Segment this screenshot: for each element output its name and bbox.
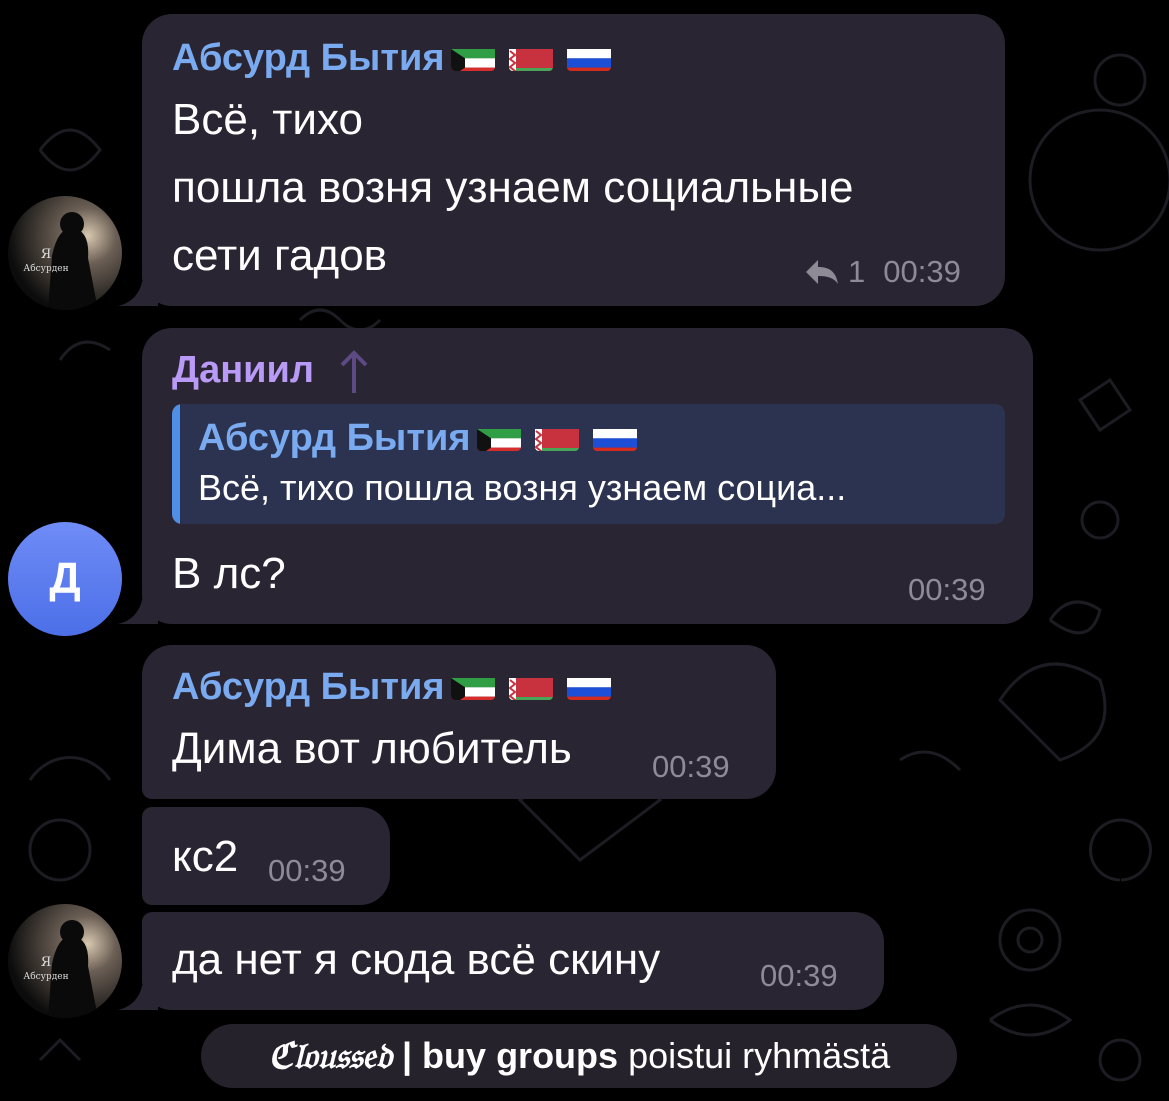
message-time: 00:39 bbox=[883, 254, 961, 289]
bubble-tail bbox=[118, 266, 158, 306]
message-time: 00:39 bbox=[908, 572, 986, 607]
avatar-caption: Я bbox=[40, 955, 52, 970]
sender-name[interactable]: Абсурд Бытия bbox=[172, 665, 611, 709]
sender-name[interactable]: Абсурд Бытия bbox=[172, 36, 611, 80]
russia-flag-icon bbox=[566, 43, 611, 71]
sender-flags bbox=[450, 43, 611, 71]
message-time: 00:39 bbox=[268, 853, 346, 888]
sender-flags bbox=[476, 423, 637, 451]
quote-bar bbox=[172, 404, 180, 524]
sender-flags bbox=[450, 672, 611, 700]
sender-name[interactable]: Даниил bbox=[172, 348, 369, 395]
sender-name-text: Абсурд Бытия bbox=[172, 666, 445, 708]
message-time: 00:39 bbox=[652, 749, 730, 784]
avatar-caption: Я bbox=[40, 247, 52, 262]
kuwait-flag-icon bbox=[450, 43, 495, 71]
message-line: Всё, тихо bbox=[172, 95, 363, 144]
bubble-tail bbox=[118, 584, 158, 624]
message-bubble[interactable]: Даниил Абсурд Бытия Всё, тихо пошла возн… bbox=[142, 328, 1033, 624]
message-text: кс2 bbox=[172, 832, 239, 881]
message-bubble[interactable]: Абсурд Бытия Дима вот любитель 00:39 bbox=[142, 645, 776, 799]
service-message: ℭ𝔩𝔬𝔲𝔰𝔰𝔢𝔡 | buy groups poistui ryhmästä bbox=[201, 1024, 957, 1088]
user-avatar[interactable]: Я Абсурден bbox=[8, 904, 122, 1018]
belarus-flag-icon bbox=[508, 672, 553, 700]
kuwait-flag-icon bbox=[476, 423, 521, 451]
message-text: да нет я сюда всё скину bbox=[172, 935, 661, 984]
message-bubble[interactable]: Абсурд Бытия Всё, тихо пошла возня узнае… bbox=[142, 14, 1005, 306]
message-text: В лс? bbox=[172, 549, 286, 598]
user-avatar[interactable]: Я Абсурден bbox=[8, 196, 122, 310]
user-avatar[interactable]: Д bbox=[8, 522, 122, 636]
message-line: сети гадов bbox=[172, 231, 388, 280]
reply-quote[interactable]: Абсурд Бытия Всё, тихо пошла возня узнае… bbox=[172, 404, 1005, 524]
message-line: пошла возня узнаем социальные bbox=[172, 163, 854, 212]
bubble-tail bbox=[118, 970, 158, 1010]
reply-count[interactable]: 1 00:39 bbox=[804, 254, 961, 290]
service-user-name-suffix[interactable]: | buy groups bbox=[392, 1035, 618, 1076]
message-time: 00:39 bbox=[760, 958, 838, 993]
sender-name-text: Абсурд Бытия bbox=[172, 37, 445, 79]
avatar-caption: Абсурден bbox=[23, 972, 69, 982]
russia-flag-icon bbox=[566, 672, 611, 700]
quote-text: Всё, тихо пошла возня узнаем социа... bbox=[198, 467, 847, 508]
avatar-initial: Д bbox=[49, 554, 81, 603]
service-user-name[interactable]: ℭ𝔩𝔬𝔲𝔰𝔰𝔢𝔡 bbox=[268, 1035, 392, 1077]
kuwait-flag-icon bbox=[450, 672, 495, 700]
reply-arrow-icon bbox=[806, 260, 838, 284]
message-bubble[interactable]: да нет я сюда всё скину 00:39 bbox=[142, 912, 884, 1010]
sender-name-text: Даниил bbox=[172, 349, 315, 391]
belarus-flag-icon bbox=[534, 423, 579, 451]
message-text: Всё, тихо пошла возня узнаем социальные … bbox=[172, 86, 853, 290]
arrow-up-icon bbox=[340, 350, 368, 393]
reply-count-value: 1 bbox=[848, 254, 866, 289]
message-bubble[interactable]: кс2 00:39 bbox=[142, 807, 390, 905]
avatar-caption: Абсурден bbox=[23, 264, 69, 274]
russia-flag-icon bbox=[592, 423, 637, 451]
belarus-flag-icon bbox=[508, 43, 553, 71]
service-action-text: poistui ryhmästä bbox=[618, 1035, 891, 1076]
message-text: Дима вот любитель bbox=[172, 724, 572, 773]
quote-sender: Абсурд Бытия bbox=[198, 416, 637, 460]
quote-sender-text: Абсурд Бытия bbox=[198, 417, 471, 459]
